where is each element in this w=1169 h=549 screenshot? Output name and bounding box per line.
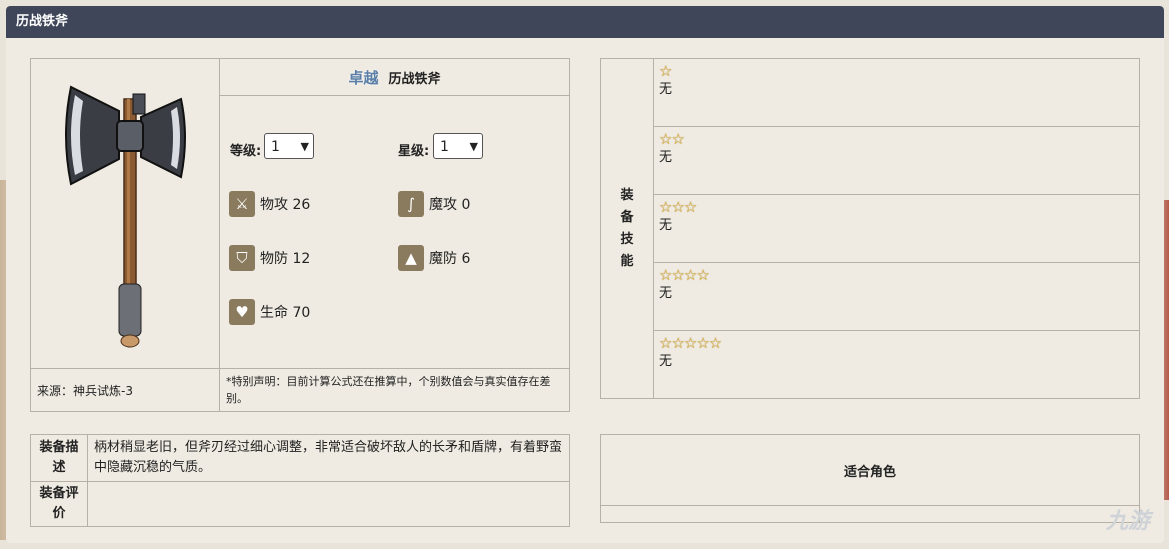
level-label: 等级: bbox=[230, 144, 262, 160]
sword-icon: ⚔ bbox=[229, 191, 255, 218]
description-table: 装备描述 柄材稍显老旧，但斧刃经过细心调整，非常适合破坏敌人的长矛和盾牌，有着野… bbox=[30, 434, 570, 527]
evaluation-label-text: 装备评价 bbox=[39, 486, 79, 521]
equipment-title-cell: 卓越 历战铁斧 bbox=[219, 57, 570, 97]
skill-text: 无 bbox=[659, 82, 673, 97]
star-select-value: 1 bbox=[440, 139, 449, 156]
skill-text: 无 bbox=[659, 354, 673, 369]
stat-hp: ♥ 生命 70 bbox=[229, 299, 311, 326]
equipment-name: 历战铁斧 bbox=[388, 71, 441, 87]
rarity-label: 卓越 bbox=[348, 68, 379, 87]
description-label-text: 装备描述 bbox=[39, 440, 79, 475]
heart-icon: ♥ bbox=[229, 299, 255, 326]
source-cell: 来源：神兵试炼-3 bbox=[30, 368, 220, 412]
stat-label: 魔攻 0 bbox=[429, 197, 471, 214]
skill-row-4: ☆☆☆☆ 无 bbox=[653, 262, 1140, 331]
watermark-logo: 九游 bbox=[1105, 509, 1150, 534]
star-icon: ☆☆☆☆ bbox=[659, 266, 710, 284]
equipment-info-table: 卓越 历战铁斧 等级: 1 ▼ 星级: 1 ▼ ⚔ 物攻 26 ∫ 魔攻 0 ⛉… bbox=[30, 57, 570, 412]
star-icon: ☆☆☆ bbox=[659, 198, 697, 216]
skill-row-3: ☆☆☆ 无 bbox=[653, 194, 1140, 263]
star-icon: ☆ bbox=[659, 62, 672, 80]
panel-title: 历战铁斧 bbox=[6, 6, 1164, 38]
description-label: 装备描述 bbox=[30, 434, 88, 482]
level-select[interactable]: 1 ▼ bbox=[264, 133, 314, 160]
staff-icon: ∫ bbox=[398, 191, 424, 218]
wizard-hat-icon: ▲ bbox=[398, 245, 424, 272]
skill-row-1: ☆ 无 bbox=[653, 58, 1140, 127]
skill-row-5: ☆☆☆☆☆ 无 bbox=[653, 330, 1140, 399]
characters-list bbox=[600, 505, 1140, 523]
skill-text: 无 bbox=[659, 218, 673, 233]
stat-label: 物防 12 bbox=[260, 251, 311, 268]
star-label: 星级: bbox=[398, 144, 430, 160]
skill-text: 无 bbox=[659, 150, 673, 165]
equipment-image-cell bbox=[30, 58, 220, 369]
skills-table: 装备技能 ☆ 无 ☆☆ 无 ☆☆☆ 无 ☆☆☆☆ 无 ☆☆☆☆☆ 无 bbox=[600, 58, 1140, 399]
evaluation-text bbox=[87, 481, 570, 527]
level-select-value: 1 bbox=[271, 139, 280, 156]
stat-physical-attack: ⚔ 物攻 26 bbox=[229, 191, 311, 218]
skill-text: 无 bbox=[659, 286, 673, 301]
stat-magic-defense: ▲ 魔防 6 bbox=[398, 245, 471, 272]
star-icon: ☆☆☆☆☆ bbox=[659, 334, 722, 352]
stat-label: 魔防 6 bbox=[429, 251, 471, 268]
skills-label: 装备技能 bbox=[600, 58, 654, 399]
stats-cell: 等级: 1 ▼ 星级: 1 ▼ ⚔ 物攻 26 ∫ 魔攻 0 ⛉ 物防 12 ▲… bbox=[219, 95, 570, 369]
shield-icon: ⛉ bbox=[229, 245, 255, 272]
chevron-down-icon: ▼ bbox=[469, 140, 478, 154]
stat-label: 生命 70 bbox=[260, 305, 311, 322]
chevron-down-icon: ▼ bbox=[300, 140, 309, 154]
stat-label: 物攻 26 bbox=[260, 197, 311, 214]
star-icon: ☆☆ bbox=[659, 130, 685, 148]
note-cell: *特别声明：目前计算公式还在推算中，个别数值会与真实值存在差别。 bbox=[219, 368, 570, 412]
stat-physical-defense: ⛉ 物防 12 bbox=[229, 245, 311, 272]
skills-label-text: 装备技能 bbox=[620, 187, 634, 269]
evaluation-label: 装备评价 bbox=[30, 481, 88, 527]
description-text: 柄材稍显老旧，但斧刃经过细心调整，非常适合破坏敌人的长矛和盾牌，有着野蛮中隐藏沉… bbox=[87, 434, 570, 482]
star-select[interactable]: 1 ▼ bbox=[433, 133, 483, 160]
stat-magic-attack: ∫ 魔攻 0 bbox=[398, 191, 471, 218]
battle-axe-image bbox=[65, 85, 186, 348]
equipment-panel: 历战铁斧 卓越 历战铁斧 等级: 1 ▼ 星级: 1 ▼ ⚔ 物攻 26 ∫ 魔… bbox=[6, 6, 1164, 543]
characters-title: 适合角色 bbox=[600, 434, 1140, 506]
characters-table: 适合角色 bbox=[600, 434, 1140, 523]
skill-row-2: ☆☆ 无 bbox=[653, 126, 1140, 195]
